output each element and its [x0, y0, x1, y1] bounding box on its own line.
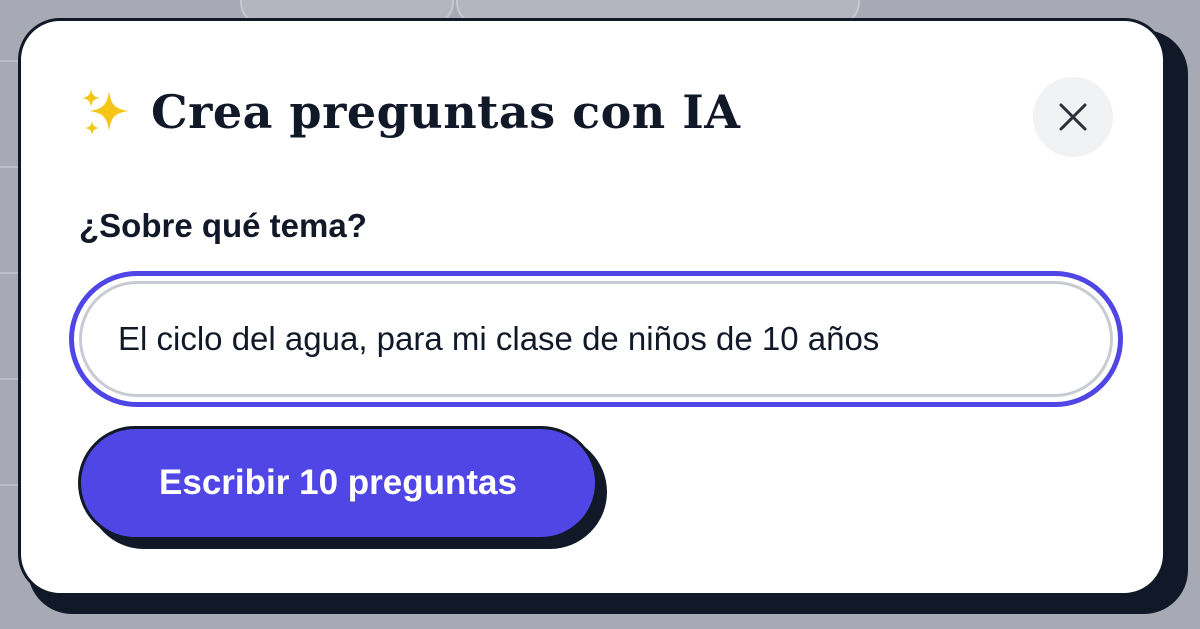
topic-input-focus-ring — [69, 271, 1123, 407]
close-button[interactable] — [1033, 77, 1113, 157]
modal-title: Crea preguntas con IA — [151, 85, 741, 139]
generate-questions-button[interactable]: Escribir 10 preguntas — [78, 426, 598, 540]
background-row — [0, 484, 18, 566]
background-row — [0, 272, 18, 354]
background-row — [0, 378, 18, 460]
topic-label: ¿Sobre qué tema? — [79, 207, 367, 244]
close-icon — [1059, 103, 1087, 131]
background-row — [0, 166, 18, 248]
topic-input[interactable] — [79, 281, 1113, 397]
background-row — [0, 60, 18, 142]
sparkles-icon — [82, 89, 129, 135]
ai-questions-modal: Crea preguntas con IA ¿Sobre qué tema? E… — [18, 18, 1166, 596]
modal-header: Crea preguntas con IA — [79, 85, 740, 139]
